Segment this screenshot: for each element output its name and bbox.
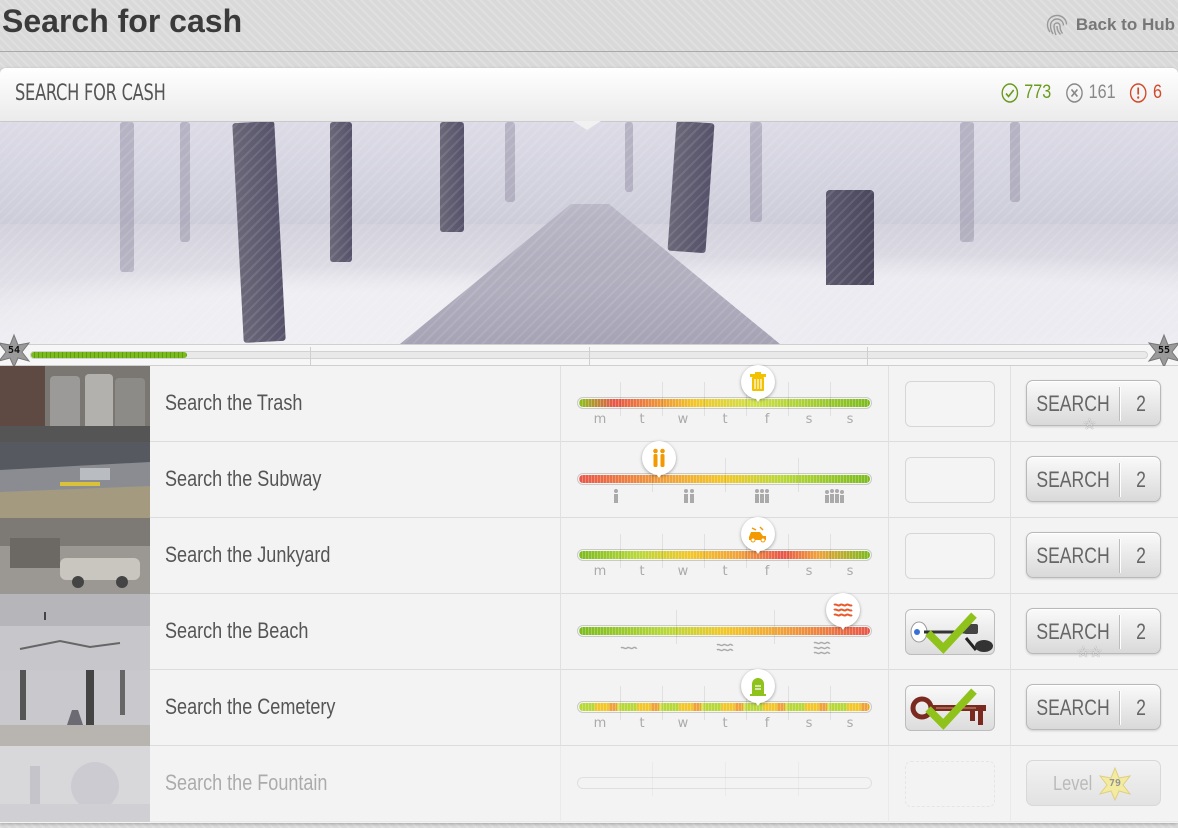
- fail-stat: 161: [1065, 82, 1116, 104]
- check-circle-icon: [1001, 83, 1019, 103]
- search-subway-button[interactable]: SEARCH 2: [1026, 456, 1161, 502]
- page-header: Search for cash Back to Hub: [0, 0, 1178, 52]
- location-row-junkyard: Search the Junkyard mtwtfss SEARCH 2: [0, 517, 1178, 594]
- fountain-thumbnail: [0, 746, 150, 822]
- person-1-icon: [614, 489, 618, 503]
- chance-gauge-locked: [577, 777, 872, 789]
- check-icon: [925, 688, 977, 730]
- item-slot-locked: [905, 761, 995, 807]
- junkyard-thumbnail: [0, 518, 150, 594]
- required-level-badge: 79: [1097, 766, 1133, 802]
- xp-fill: [31, 352, 188, 358]
- tombstone-icon: [750, 678, 766, 696]
- page-title: Search for cash: [2, 3, 243, 39]
- car-icon: [749, 526, 766, 543]
- cemetery-pin: [741, 669, 775, 709]
- search-cemetery-button[interactable]: SEARCH 2: [1026, 684, 1161, 730]
- mastery-stars: ☆: [1082, 416, 1096, 433]
- back-to-hub-label: Back to Hub: [1075, 15, 1175, 34]
- next-level-badge: 55: [1146, 333, 1178, 369]
- person-3-icon: [755, 489, 769, 503]
- location-name: Search the Beach: [165, 618, 309, 643]
- warning-stat: 6: [1129, 82, 1162, 104]
- tide-labels: [578, 640, 873, 656]
- chance-gauge: [577, 365, 872, 416]
- trash-pin: [741, 365, 775, 405]
- search-label: SEARCH: [1036, 543, 1110, 568]
- energy-cost: 2: [1136, 695, 1146, 720]
- tide-pin: [826, 593, 860, 633]
- location-name: Search the Subway: [165, 466, 322, 491]
- trash-thumbnail: [0, 366, 150, 442]
- location-name: Search the Fountain: [165, 770, 328, 795]
- crowd-labels: [578, 488, 873, 504]
- check-icon: [925, 612, 977, 654]
- current-level-badge: 54: [0, 333, 32, 369]
- level-required-button: Level 79: [1026, 760, 1161, 806]
- wave-icon: [833, 603, 853, 617]
- item-slot-key: [905, 685, 995, 731]
- crowd-pin: [642, 441, 676, 481]
- location-name: Search the Junkyard: [165, 542, 331, 567]
- x-circle-icon: [1065, 83, 1083, 103]
- day-labels: mtwtfss: [593, 412, 854, 427]
- location-row-beach: Search the Beach SEARCH 2 ☆☆: [0, 593, 1178, 670]
- stats-bar: 773 161 6: [1001, 82, 1162, 104]
- energy-cost: 2: [1136, 619, 1146, 644]
- crowd-gauge: [577, 441, 872, 492]
- fail-count: 161: [1088, 82, 1116, 103]
- person-2-icon: [684, 489, 694, 503]
- beach-thumbnail: [0, 594, 150, 670]
- location-name: Search the Cemetery: [165, 694, 336, 719]
- energy-cost: 2: [1136, 391, 1146, 416]
- wave-2-icon: [716, 643, 734, 652]
- search-panel: SEARCH FOR CASH 773 161 6 54 55 Search t…: [0, 68, 1178, 823]
- success-count: 773: [1024, 82, 1052, 103]
- people-icon: [653, 448, 665, 467]
- fingerprint-icon: [1046, 14, 1068, 36]
- location-name: Search the Trash: [165, 390, 303, 415]
- energy-cost: 2: [1136, 543, 1146, 568]
- search-junkyard-button[interactable]: SEARCH 2: [1026, 532, 1161, 578]
- search-label: SEARCH: [1036, 619, 1110, 644]
- chance-gauge: [577, 669, 872, 720]
- wave-1-icon: [620, 646, 638, 650]
- energy-cost: 2: [1136, 467, 1146, 492]
- search-label: SEARCH: [1036, 695, 1110, 720]
- chance-gauge: [577, 517, 872, 568]
- item-slot-empty: [905, 457, 995, 503]
- location-row-trash: Search the Trash mtwtfss SEARCH 2 ☆: [0, 365, 1178, 442]
- search-label: SEARCH: [1036, 467, 1110, 492]
- panel-title: SEARCH FOR CASH: [15, 81, 166, 106]
- warning-count: 6: [1153, 82, 1162, 103]
- location-banner: [0, 122, 1178, 344]
- location-row-subway: Search the Subway SEARCH 2: [0, 441, 1178, 518]
- tide-gauge: [577, 593, 872, 644]
- item-slot-empty: [905, 533, 995, 579]
- xp-progress-bar: 54 55: [0, 333, 1178, 369]
- subway-thumbnail: [0, 442, 150, 518]
- header-notch: [573, 121, 601, 130]
- level-label: Level: [1053, 773, 1093, 795]
- item-slot-metal-detector: [905, 609, 995, 655]
- search-beach-button[interactable]: SEARCH 2 ☆☆: [1026, 608, 1161, 661]
- search-label: SEARCH: [1036, 391, 1110, 416]
- person-4-icon: [825, 489, 844, 503]
- cemetery-thumbnail: [0, 670, 150, 746]
- alert-circle-icon: [1130, 83, 1147, 103]
- mastery-stars: ☆☆: [1076, 644, 1103, 661]
- item-slot-empty: [905, 381, 995, 427]
- location-row-fountain: Search the Fountain Level 79: [0, 746, 1178, 822]
- wave-3-icon: [813, 641, 831, 655]
- trash-icon: [750, 372, 766, 391]
- success-stat: 773: [1001, 82, 1052, 104]
- search-trash-button[interactable]: SEARCH 2 ☆: [1026, 380, 1161, 433]
- location-row-cemetery: Search the Cemetery mtwtfss SEARCH 2: [0, 669, 1178, 746]
- back-to-hub-link[interactable]: Back to Hub: [1044, 12, 1175, 38]
- panel-header: SEARCH FOR CASH 773 161 6: [0, 68, 1178, 122]
- junkyard-pin: [741, 517, 775, 557]
- day-labels: mtwtfss: [593, 564, 854, 579]
- day-labels: mtwtfss: [593, 716, 854, 731]
